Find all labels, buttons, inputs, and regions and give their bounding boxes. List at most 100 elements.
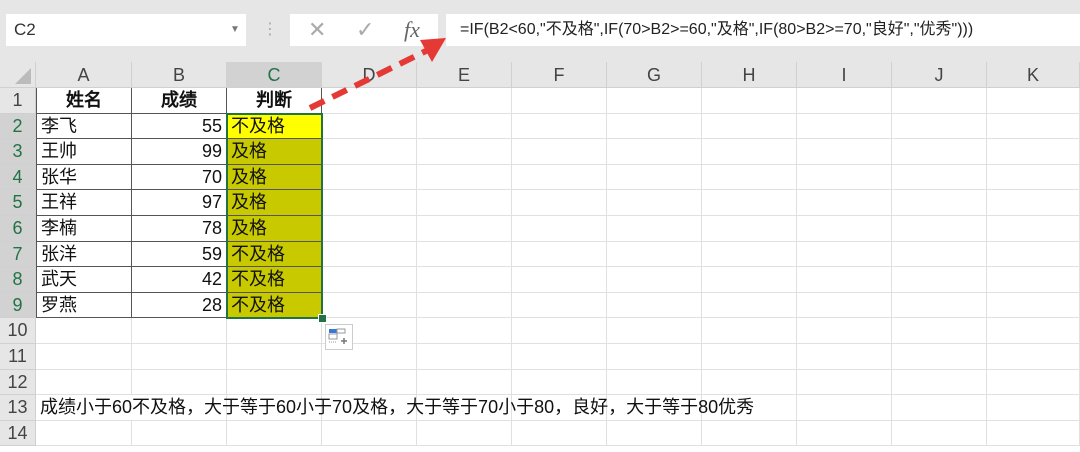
cell-I11[interactable] xyxy=(797,344,892,370)
cell-F14[interactable] xyxy=(512,420,607,447)
cell-D12[interactable] xyxy=(322,369,417,396)
cell-F7[interactable] xyxy=(512,241,607,268)
cell-J7[interactable] xyxy=(892,241,987,268)
cell-H14[interactable] xyxy=(702,420,797,447)
cell-K9[interactable] xyxy=(987,292,1080,319)
cell-G10[interactable] xyxy=(607,318,702,344)
cell-J14[interactable] xyxy=(892,420,987,447)
column-header-J[interactable]: J xyxy=(892,62,987,88)
column-header-D[interactable]: D xyxy=(322,62,417,88)
cell-J8[interactable] xyxy=(892,267,987,293)
cell-B7[interactable]: 59 xyxy=(132,241,227,268)
cell-D14[interactable] xyxy=(322,420,417,447)
cell-A10[interactable] xyxy=(36,318,132,344)
cell-I5[interactable] xyxy=(797,190,892,216)
cell-E12[interactable] xyxy=(417,369,512,396)
cell-D5[interactable] xyxy=(322,190,417,216)
cell-K7[interactable] xyxy=(987,241,1080,268)
row-header-11[interactable]: 11 xyxy=(0,344,36,370)
cell-I10[interactable] xyxy=(797,318,892,344)
cell-F9[interactable] xyxy=(512,292,607,319)
cell-C14[interactable] xyxy=(227,420,322,447)
row-header-9[interactable]: 9 xyxy=(0,292,36,319)
cell-I9[interactable] xyxy=(797,292,892,319)
cell-C10[interactable] xyxy=(227,318,322,344)
cell-B5[interactable]: 97 xyxy=(132,190,227,216)
row-header-7[interactable]: 7 xyxy=(0,241,36,268)
cell-J1[interactable] xyxy=(892,88,987,114)
name-box-dropdown-icon[interactable]: ▼ xyxy=(225,14,245,46)
column-header-I[interactable]: I xyxy=(797,62,892,88)
cell-I8[interactable] xyxy=(797,267,892,293)
cell-E8[interactable] xyxy=(417,267,512,293)
cell-E1[interactable] xyxy=(417,88,512,114)
name-box[interactable]: C2 xyxy=(6,14,246,46)
cell-I6[interactable] xyxy=(797,216,892,242)
cell-B6[interactable]: 78 xyxy=(132,216,227,242)
cell-A3[interactable]: 王帅 xyxy=(36,139,132,165)
cell-J12[interactable] xyxy=(892,369,987,396)
fill-handle[interactable] xyxy=(318,314,327,324)
row-header-4[interactable]: 4 xyxy=(0,164,36,191)
cell-B1[interactable]: 成绩 xyxy=(132,88,227,114)
cell-H2[interactable] xyxy=(702,113,797,140)
cell-A5[interactable]: 王祥 xyxy=(36,190,132,216)
cell-G4[interactable] xyxy=(607,164,702,191)
cell-A2[interactable]: 李飞 xyxy=(36,113,132,140)
cell-A11[interactable] xyxy=(36,344,132,370)
cancel-icon[interactable]: ✕ xyxy=(308,14,326,46)
cell-C12[interactable] xyxy=(227,369,322,396)
column-header-E[interactable]: E xyxy=(417,62,512,88)
cell-G5[interactable] xyxy=(607,190,702,216)
quick-analysis-button[interactable] xyxy=(325,324,353,351)
cell-D2[interactable] xyxy=(322,113,417,140)
cell-A4[interactable]: 张华 xyxy=(36,164,132,191)
cell-K13[interactable] xyxy=(987,395,1080,421)
cell-D3[interactable] xyxy=(322,139,417,165)
cell-B11[interactable] xyxy=(132,344,227,370)
cell-D1[interactable] xyxy=(322,88,417,114)
column-header-A[interactable]: A xyxy=(36,62,132,88)
cell-B2[interactable]: 55 xyxy=(132,113,227,140)
cell-I3[interactable] xyxy=(797,139,892,165)
cell-H4[interactable] xyxy=(702,164,797,191)
cell-E14[interactable] xyxy=(417,420,512,447)
enter-icon[interactable]: ✓ xyxy=(356,14,374,46)
cell-E7[interactable] xyxy=(417,241,512,268)
cell-A8[interactable]: 武天 xyxy=(36,267,132,293)
column-header-B[interactable]: B xyxy=(132,62,227,88)
cell-F5[interactable] xyxy=(512,190,607,216)
cell-I2[interactable] xyxy=(797,113,892,140)
cell-J5[interactable] xyxy=(892,190,987,216)
cell-A1[interactable]: 姓名 xyxy=(36,88,132,114)
cell-K6[interactable] xyxy=(987,216,1080,242)
cell-G11[interactable] xyxy=(607,344,702,370)
cell-C1[interactable]: 判断 xyxy=(227,88,322,114)
cell-E6[interactable] xyxy=(417,216,512,242)
cell-A6[interactable]: 李楠 xyxy=(36,216,132,242)
row-header-13[interactable]: 13 xyxy=(0,395,36,421)
cell-B3[interactable]: 99 xyxy=(132,139,227,165)
column-header-C[interactable]: C xyxy=(227,62,322,88)
cell-H9[interactable] xyxy=(702,292,797,319)
cell-H12[interactable] xyxy=(702,369,797,396)
cell-H3[interactable] xyxy=(702,139,797,165)
row-header-2[interactable]: 2 xyxy=(0,113,36,140)
column-header-K[interactable]: K xyxy=(987,62,1080,88)
cell-J13[interactable] xyxy=(892,395,987,421)
cell-F2[interactable] xyxy=(512,113,607,140)
worksheet-grid[interactable]: A B C D E F G H I J K 1 姓名 成绩 判断 2 李飞 55 不及格 3 王帅 99 及格 4 张华 70 及格… xyxy=(0,62,1080,452)
cell-E10[interactable] xyxy=(417,318,512,344)
cell-H1[interactable] xyxy=(702,88,797,114)
cell-D6[interactable] xyxy=(322,216,417,242)
cell-K4[interactable] xyxy=(987,164,1080,191)
insert-function-icon[interactable]: fx xyxy=(404,14,420,46)
cell-G3[interactable] xyxy=(607,139,702,165)
cell-K5[interactable] xyxy=(987,190,1080,216)
row-header-5[interactable]: 5 xyxy=(0,190,36,216)
cell-H7[interactable] xyxy=(702,241,797,268)
cell-J3[interactable] xyxy=(892,139,987,165)
cell-B10[interactable] xyxy=(132,318,227,344)
cell-F1[interactable] xyxy=(512,88,607,114)
row-header-12[interactable]: 12 xyxy=(0,369,36,396)
